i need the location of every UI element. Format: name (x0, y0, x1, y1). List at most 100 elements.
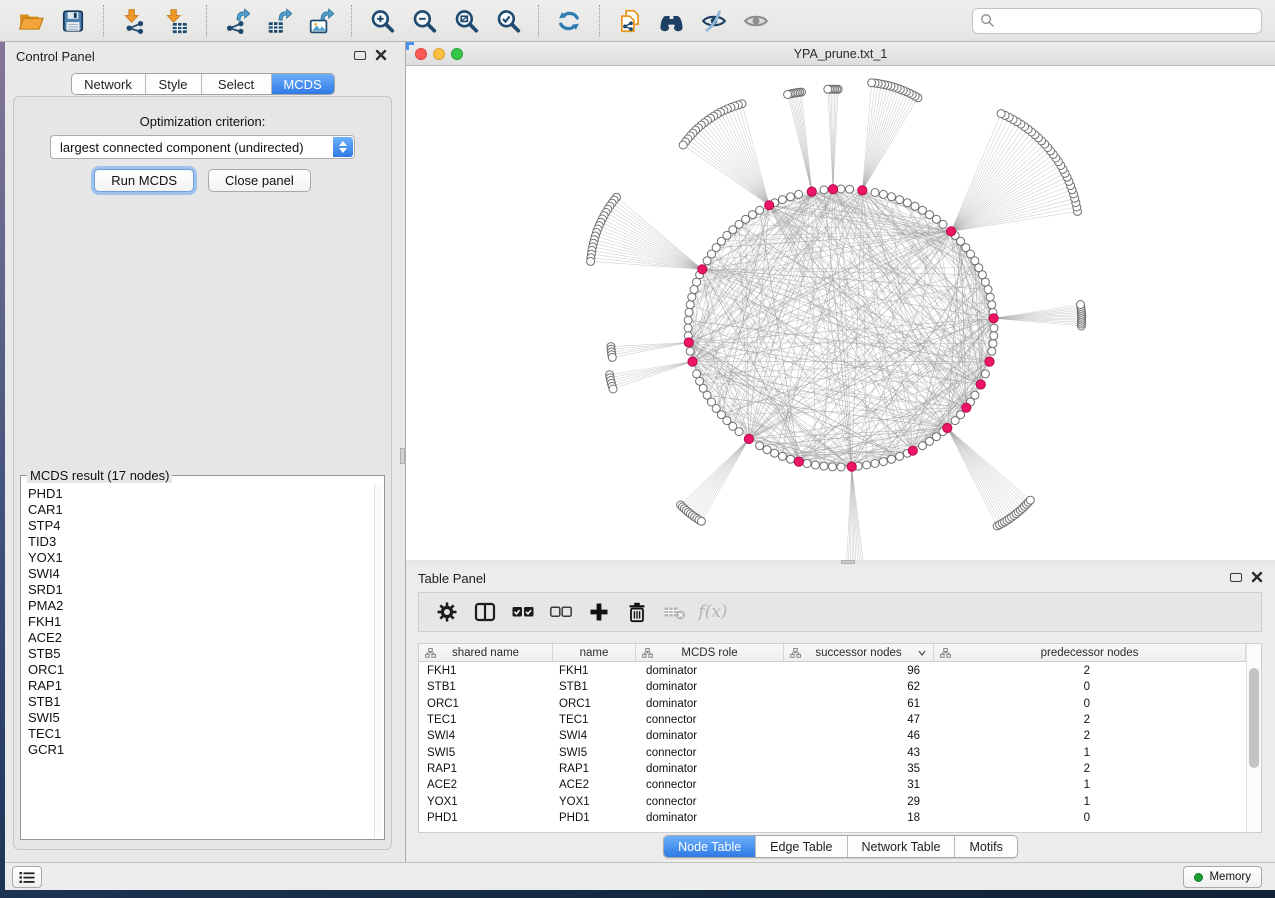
network-leaf-node[interactable] (997, 110, 1005, 118)
network-node[interactable] (778, 452, 786, 460)
network-node[interactable] (871, 460, 879, 468)
network-leaf-node[interactable] (608, 353, 616, 361)
network-node[interactable] (787, 193, 795, 201)
network-node[interactable] (981, 278, 989, 286)
scrollbar-thumb[interactable] (1249, 668, 1259, 768)
network-node[interactable] (684, 324, 692, 332)
refresh-icon[interactable] (551, 4, 587, 38)
network-node[interactable] (932, 215, 940, 223)
mcds-result-item[interactable]: YOX1 (28, 550, 374, 566)
import-table-icon[interactable] (158, 4, 194, 38)
column-header-successor-nodes[interactable]: successor nodes (784, 644, 934, 661)
tab-style[interactable]: Style (146, 74, 202, 94)
network-node[interactable] (803, 460, 811, 468)
network-node[interactable] (787, 455, 795, 463)
mcds-result-item[interactable]: PHD1 (28, 486, 374, 502)
network-leaf-node[interactable] (697, 517, 705, 525)
export-network-icon[interactable] (219, 4, 255, 38)
network-node[interactable] (820, 462, 828, 470)
export-table-icon[interactable] (261, 4, 297, 38)
network-node[interactable] (986, 293, 994, 301)
network-node[interactable] (778, 196, 786, 204)
network-node[interactable] (693, 370, 701, 378)
network-node[interactable] (879, 458, 887, 466)
network-node[interactable] (735, 428, 743, 436)
network-node[interactable] (837, 185, 845, 193)
table-row[interactable]: TEC1TEC1connector472 (419, 712, 1246, 728)
mcds-hub-node[interactable] (744, 434, 753, 443)
network-leaf-node[interactable] (868, 79, 876, 87)
network-node[interactable] (690, 286, 698, 294)
network-node[interactable] (926, 437, 934, 445)
network-node[interactable] (703, 257, 711, 265)
open-session-icon[interactable] (13, 4, 49, 38)
network-node[interactable] (811, 461, 819, 469)
mcds-hub-node[interactable] (807, 187, 816, 196)
network-node[interactable] (684, 316, 692, 324)
mcds-result-item[interactable]: STB1 (28, 694, 374, 710)
network-node[interactable] (888, 193, 896, 201)
run-mcds-button[interactable]: Run MCDS (94, 169, 194, 192)
mcds-hub-node[interactable] (684, 338, 693, 347)
column-header-mcds-role[interactable]: MCDS role (636, 644, 784, 661)
network-leaf-node[interactable] (1026, 496, 1034, 504)
network-node[interactable] (795, 190, 803, 198)
mcds-result-item[interactable]: SRD1 (28, 582, 374, 598)
tab-node-table[interactable]: Node Table (664, 836, 756, 857)
mcds-hub-node[interactable] (976, 380, 985, 389)
mcds-result-item[interactable]: FKH1 (28, 614, 374, 630)
table-row[interactable]: ACE2ACE2connector311 (419, 777, 1246, 793)
network-node[interactable] (688, 293, 696, 301)
delete-column-icon[interactable] (621, 596, 653, 628)
table-row[interactable]: YOX1YOX1connector291 (419, 793, 1246, 809)
mcds-hub-node[interactable] (698, 265, 707, 274)
table-row[interactable]: STB1STB1dominator620 (419, 679, 1246, 695)
mcds-result-item[interactable]: STB5 (28, 646, 374, 662)
mcds-result-item[interactable]: SWI5 (28, 710, 374, 726)
mcds-hub-node[interactable] (858, 186, 867, 195)
network-node[interactable] (903, 199, 911, 207)
mcds-result-item[interactable]: ORC1 (28, 662, 374, 678)
network-search-box[interactable] (972, 8, 1262, 34)
tab-edge-table[interactable]: Edge Table (756, 836, 847, 857)
column-header-predecessor-nodes[interactable]: predecessor nodes (934, 644, 1246, 661)
zoom-selected-icon[interactable] (490, 4, 526, 38)
mcds-result-item[interactable]: TID3 (28, 534, 374, 550)
table-settings-gear-icon[interactable] (431, 596, 463, 628)
zoom-out-icon[interactable] (406, 4, 442, 38)
network-node[interactable] (989, 340, 997, 348)
mcds-result-list[interactable]: PHD1CAR1STP4TID3YOX1SWI4SRD1PMA2FKH1ACE2… (22, 485, 374, 838)
create-column-icon[interactable] (583, 596, 615, 628)
mcds-result-item[interactable]: SWI4 (28, 566, 374, 582)
mcds-hub-node[interactable] (828, 185, 837, 194)
deselect-all-rows-icon[interactable] (545, 596, 577, 628)
zoom-fit-icon[interactable] (448, 4, 484, 38)
table-row[interactable]: ORC1ORC1dominator610 (419, 696, 1246, 712)
mcds-hub-node[interactable] (847, 462, 856, 471)
network-node[interactable] (957, 411, 965, 419)
network-node[interactable] (911, 202, 919, 210)
network-node[interactable] (820, 186, 828, 194)
network-node[interactable] (763, 446, 771, 454)
mcds-result-item[interactable]: RAP1 (28, 678, 374, 694)
tab-mcds[interactable]: MCDS (272, 74, 334, 94)
network-node[interactable] (828, 463, 836, 471)
mcds-result-item[interactable]: PMA2 (28, 598, 374, 614)
close-panel-icon[interactable] (1251, 571, 1263, 583)
splitter-grip[interactable] (400, 448, 405, 464)
mcds-hub-node[interactable] (989, 314, 998, 323)
tab-select[interactable]: Select (202, 74, 272, 94)
mcds-result-item[interactable]: ACE2 (28, 630, 374, 646)
table-row[interactable]: RAP1RAP1dominator352 (419, 761, 1246, 777)
table-row[interactable]: PHD1PHD1dominator180 (419, 810, 1246, 826)
network-node[interactable] (990, 332, 998, 340)
table-scrollbar[interactable] (1246, 644, 1261, 832)
network-node[interactable] (888, 455, 896, 463)
network-node[interactable] (686, 301, 694, 309)
memory-button[interactable]: Memory (1183, 866, 1262, 888)
criterion-dropdown[interactable]: largest connected component (undirected) (50, 135, 355, 159)
mcds-hub-node[interactable] (794, 457, 803, 466)
network-node[interactable] (756, 206, 764, 214)
network-leaf-node[interactable] (784, 91, 792, 99)
network-node[interactable] (981, 370, 989, 378)
